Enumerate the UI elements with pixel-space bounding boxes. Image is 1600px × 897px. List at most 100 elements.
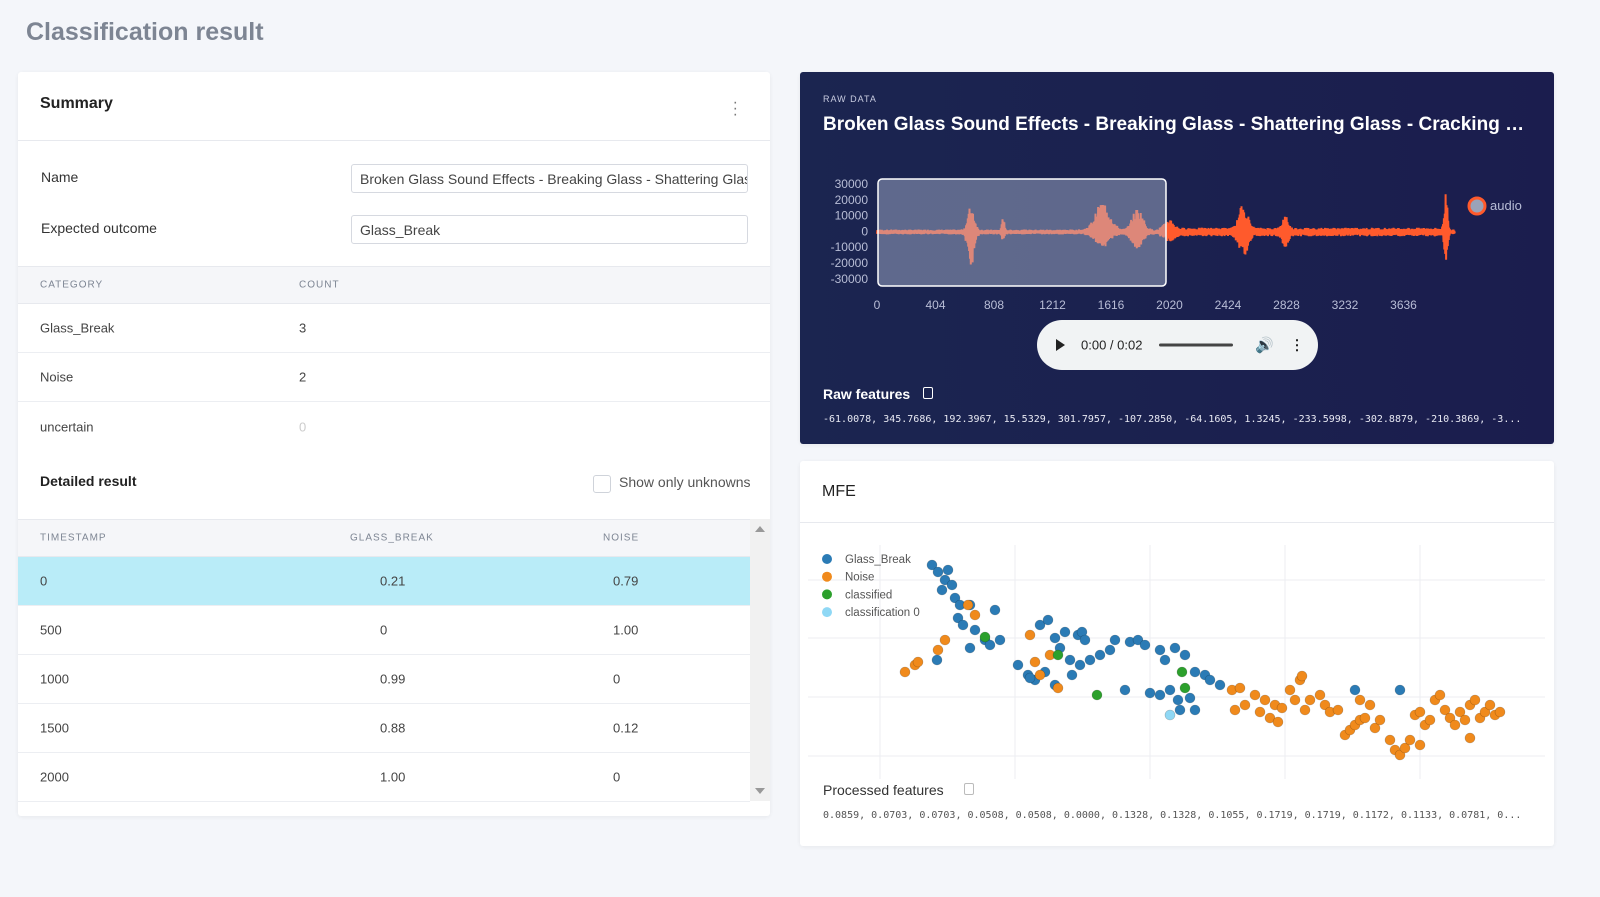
scatter-point-noise: [1424, 714, 1436, 726]
name-field[interactable]: Broken Glass Sound Effects - Breaking Gl…: [351, 164, 748, 193]
scatter-point-noise: [1459, 714, 1471, 726]
show-unknowns-label[interactable]: Show only unknowns: [619, 474, 751, 490]
scatter-point-glass-break: [1079, 634, 1091, 646]
summary-card: Summary · · · Name Broken Glass Sound Effe…: [18, 72, 770, 816]
scatter-point-glass-break: [942, 564, 954, 576]
category-count: 0: [299, 419, 307, 434]
scatter-point-glass-break: [1159, 654, 1171, 666]
count-header: COUNT: [299, 279, 340, 291]
scatter-point-noise: [1469, 694, 1481, 706]
processed-features-values: 0.0859, 0.0703, 0.0703, 0.0508, 0.0508, …: [823, 810, 1522, 821]
noise-score: 1.00: [613, 622, 639, 638]
scroll-down-icon[interactable]: [755, 788, 765, 794]
scatter-point-classified: [1052, 649, 1064, 661]
scatter-point-glass-break: [964, 642, 976, 654]
scatter-point-glass-break: [1139, 639, 1151, 651]
scatter-point-glass-break: [946, 579, 958, 591]
scatter-point-glass-break: [1184, 692, 1196, 704]
x-tick-label: 404: [925, 298, 945, 312]
glass-break-score: 0.99: [380, 671, 406, 687]
scatter-point-classified: [1179, 682, 1191, 694]
scatter-point-noise: [1229, 704, 1241, 716]
selection-window[interactable]: [877, 178, 1167, 287]
expected-outcome-field[interactable]: Glass_Break: [351, 215, 748, 244]
result-row[interactable]: 1500 0.88 0.12: [18, 704, 750, 753]
scatter-point-glass-break: [1074, 659, 1086, 671]
scatter-point-glass-break: [1394, 684, 1406, 696]
legend-marker-icon: [822, 554, 832, 564]
category-header: CATEGORY: [40, 279, 104, 291]
scatter-point-glass-break: [1084, 654, 1096, 666]
result-row[interactable]: 1000 0.99 0: [18, 655, 750, 704]
legend-label[interactable]: Noise: [845, 572, 874, 584]
scatter-point-noise: [1299, 704, 1311, 716]
category-row: Noise 2: [18, 353, 770, 402]
timestamp-header: TIMESTAMP: [40, 532, 107, 544]
timestamp: 0: [40, 573, 48, 589]
raw-data-card: RAW DATA Broken Glass Sound Effects - Br…: [800, 72, 1554, 444]
result-row[interactable]: 0 0.21 0.79: [18, 557, 750, 606]
x-tick-label: 2424: [1215, 298, 1242, 312]
scatter-point-glass-break: [1179, 649, 1191, 661]
scatter-point-classified: [979, 631, 991, 643]
more-options-icon[interactable]: · · ·: [733, 95, 738, 123]
legend-marker-icon: [822, 589, 832, 600]
play-icon[interactable]: [1056, 339, 1065, 351]
scatter-point-noise: [1034, 669, 1046, 681]
expected-outcome-label: Expected outcome: [41, 220, 157, 236]
noise-header: NOISE: [603, 532, 640, 544]
scatter-point-glass-break: [1012, 659, 1024, 671]
scatter-point-glass-break: [1349, 684, 1361, 696]
copy-icon[interactable]: [964, 783, 974, 795]
scatter-point-glass-break: [1024, 672, 1036, 684]
legend-label[interactable]: audio: [1490, 198, 1522, 213]
noise-score: 0: [613, 769, 621, 785]
scrollbar[interactable]: [750, 519, 770, 801]
legend-label[interactable]: Glass_Break: [845, 554, 911, 566]
summary-title: Summary: [40, 95, 113, 112]
x-tick-label: 1212: [1039, 298, 1066, 312]
scatter-point-noise: [1284, 684, 1296, 696]
legend-label[interactable]: classified: [845, 589, 892, 601]
volume-icon[interactable]: 🔊: [1255, 336, 1274, 354]
result-row[interactable]: 500 0 1.00: [18, 606, 750, 655]
waveform-chart[interactable]: 3000020000100000-10000-20000-300000 404 80…: [800, 72, 1554, 322]
mfe-card: MFE Glass_Break Noise classified classifica…: [800, 461, 1554, 846]
x-tick-label: 808: [984, 298, 1004, 312]
glass-break-score: 0.21: [380, 573, 406, 589]
timestamp: 1000: [40, 671, 69, 687]
copy-icon[interactable]: [923, 387, 933, 399]
seek-slider[interactable]: [1159, 343, 1233, 347]
scatter-point-noise: [1052, 682, 1064, 694]
scatter-point-glass-break: [1064, 654, 1076, 666]
timestamp: 2000: [40, 769, 69, 785]
audio-player[interactable]: 0:00 / 0:02 🔊 ⋮: [1037, 320, 1318, 370]
category-row: Glass_Break 3: [18, 304, 770, 353]
scatter-point-noise: [1414, 739, 1426, 751]
legend-marker-icon: [822, 571, 832, 582]
legend-label[interactable]: classification 0: [845, 607, 920, 619]
timestamp: 1500: [40, 720, 69, 736]
scatter-point-noise: [1384, 734, 1396, 746]
glass-break-header: GLASS_BREAK: [350, 532, 434, 544]
result-row[interactable]: 2000 1.00 0: [18, 753, 750, 802]
scatter-point-glass-break: [1172, 694, 1184, 706]
scatter-point-classification-0: [1164, 709, 1176, 721]
scatter-point-glass-break: [1164, 684, 1176, 696]
scatter-point-glass-break: [1189, 666, 1201, 678]
category-count: 2: [299, 369, 307, 385]
detailed-table-header: TIMESTAMP GLASS_BREAK NOISE: [18, 519, 750, 557]
y-tick-label: -20000: [831, 256, 869, 270]
scatter-point-glass-break: [957, 619, 969, 631]
x-tick-label: 0: [874, 298, 881, 312]
scroll-up-icon[interactable]: [755, 526, 765, 532]
scatter-point-noise: [1254, 706, 1266, 718]
name-label: Name: [41, 169, 79, 185]
scatter-point-noise: [1296, 670, 1308, 682]
mfe-scatter-plot[interactable]: Glass_Break Noise classified classification…: [800, 461, 1554, 791]
category-row: uncertain 0: [18, 402, 770, 451]
player-menu-icon[interactable]: ⋮: [1290, 337, 1304, 354]
show-unknowns-checkbox[interactable]: [593, 475, 611, 493]
scatter-point-glass-break: [1144, 687, 1156, 699]
scatter-point-noise: [899, 666, 911, 678]
